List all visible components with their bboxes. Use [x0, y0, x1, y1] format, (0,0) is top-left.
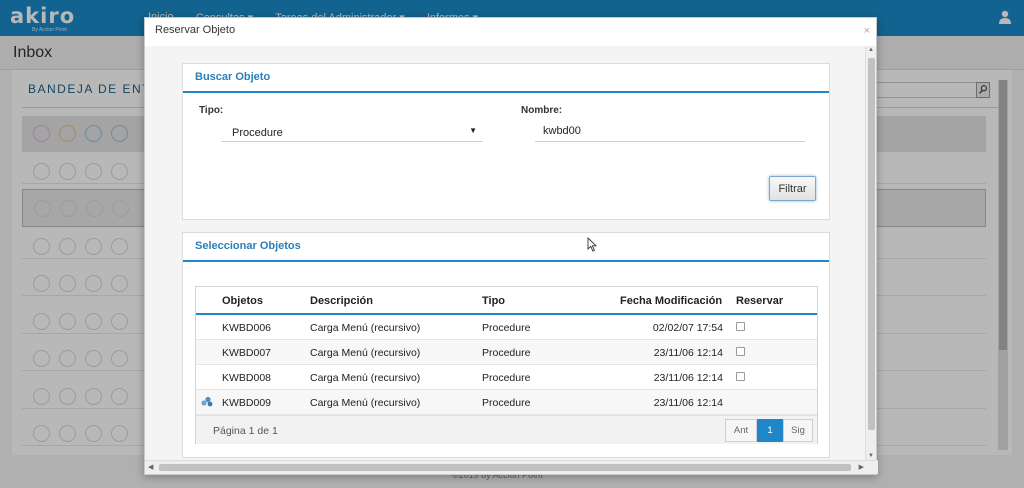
nombre-input[interactable]: [535, 121, 805, 142]
reserved-object-icon: [201, 396, 213, 407]
dialog-vertical-scrollbar[interactable]: ▲ ▼: [865, 46, 876, 460]
reservar-checkbox[interactable]: [736, 322, 745, 331]
reservar-checkbox[interactable]: [736, 372, 745, 381]
filtrar-button[interactable]: Filtrar: [769, 176, 816, 201]
table-footer: Página 1 de 1 Ant 1 Sig: [196, 415, 817, 444]
scrollbar-thumb[interactable]: [868, 58, 875, 430]
dialog-horizontal-scrollbar[interactable]: ◀ ▶: [145, 460, 878, 474]
reservar-checkbox[interactable]: [736, 347, 745, 356]
col-descripcion[interactable]: Descripción: [310, 295, 373, 307]
page-1-button[interactable]: 1: [757, 419, 783, 442]
dialog-title: Reservar Objeto: [155, 24, 236, 36]
nombre-label: Nombre:: [521, 105, 563, 116]
section-divider: [183, 91, 829, 93]
next-page-button[interactable]: Sig: [783, 419, 813, 442]
scroll-down-icon[interactable]: ▼: [868, 453, 874, 459]
section-title: Buscar Objeto: [195, 71, 271, 83]
objetos-table: Objetos Descripción Tipo Fecha Modificac…: [195, 286, 818, 444]
table-row[interactable]: KWBD007 Carga Menú (recursivo) Procedure…: [196, 340, 817, 365]
col-reservar[interactable]: Reservar: [736, 295, 783, 307]
tipo-select[interactable]: Procedure ▼: [221, 121, 483, 142]
table-row[interactable]: KWBD008 Carga Menú (recursivo) Procedure…: [196, 365, 817, 390]
section-title: Seleccionar Objetos: [195, 240, 301, 252]
prev-page-button[interactable]: Ant: [725, 419, 757, 442]
table-row[interactable]: KWBD006 Carga Menú (recursivo) Procedure…: [196, 315, 817, 340]
buscar-objeto-section: Buscar Objeto Tipo: Nombre: Procedure ▼ …: [182, 63, 830, 220]
scroll-left-icon[interactable]: ◀: [148, 463, 153, 471]
reservar-objeto-dialog: Reservar Objeto × Buscar Objeto Tipo: No…: [144, 17, 878, 475]
tipo-label: Tipo:: [199, 105, 224, 116]
chevron-down-icon: ▼: [469, 126, 477, 135]
col-objetos[interactable]: Objetos: [222, 295, 263, 307]
seleccionar-objetos-section: Seleccionar Objetos Objetos Descripción …: [182, 232, 830, 458]
mouse-cursor-icon: [587, 237, 597, 252]
scroll-right-icon[interactable]: ▶: [859, 463, 864, 471]
scrollbar-thumb[interactable]: [159, 464, 851, 471]
scroll-up-icon[interactable]: ▲: [868, 47, 874, 53]
col-fecha-modificacion[interactable]: Fecha Modificación: [620, 295, 722, 307]
section-divider: [183, 260, 829, 262]
dialog-body: Buscar Objeto Tipo: Nombre: Procedure ▼ …: [145, 46, 867, 460]
table-header: Objetos Descripción Tipo Fecha Modificac…: [196, 287, 817, 315]
tipo-select-value: Procedure: [232, 127, 283, 139]
pagination-info: Página 1 de 1: [213, 425, 278, 437]
col-tipo[interactable]: Tipo: [482, 295, 505, 307]
pagination: Ant 1 Sig: [725, 419, 813, 442]
table-row[interactable]: KWBD009 Carga Menú (recursivo) Procedure…: [196, 390, 817, 415]
close-icon[interactable]: ×: [864, 25, 870, 37]
